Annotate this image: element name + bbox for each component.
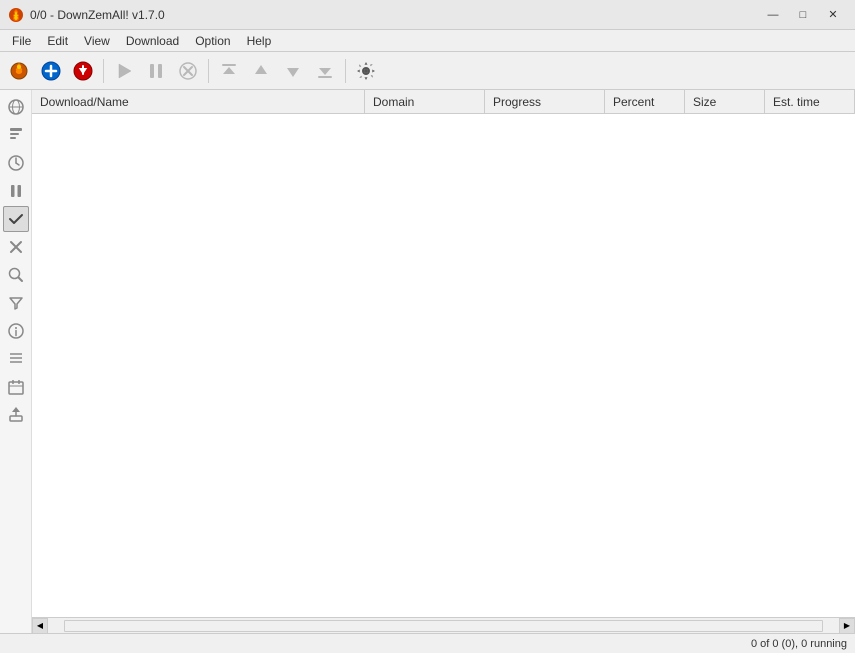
sidebar-log[interactable] [3, 346, 29, 372]
separator-2 [208, 59, 209, 83]
sidebar-search[interactable] [3, 262, 29, 288]
scroll-left-button[interactable]: ◀ [32, 618, 48, 634]
main-area: Download/Name Domain Progress Percent Si… [0, 90, 855, 633]
sidebar-downloading[interactable] [3, 122, 29, 148]
col-progress[interactable]: Progress [485, 90, 605, 113]
title-bar: 0/0 - DownZemAll! v1.7.0 — □ ✕ [0, 0, 855, 30]
sidebar-filter[interactable] [3, 290, 29, 316]
menu-edit[interactable]: Edit [39, 30, 76, 51]
menu-view[interactable]: View [76, 30, 118, 51]
menu-download[interactable]: Download [118, 30, 187, 51]
download-list[interactable] [32, 114, 855, 617]
sidebar-calendar[interactable] [3, 374, 29, 400]
sidebar-all-downloads[interactable] [3, 94, 29, 120]
app-icon [8, 7, 24, 23]
up-button[interactable] [246, 56, 276, 86]
skip-last-button[interactable] [310, 56, 340, 86]
sidebar-failed[interactable] [3, 234, 29, 260]
add-button[interactable] [36, 56, 66, 86]
scrollbar-track[interactable] [64, 620, 823, 632]
cancel-button[interactable] [173, 56, 203, 86]
sidebar-paused[interactable] [3, 178, 29, 204]
maximize-button[interactable]: □ [789, 4, 817, 26]
separator-1 [103, 59, 104, 83]
sidebar-pending[interactable] [3, 150, 29, 176]
skip-first-button[interactable] [214, 56, 244, 86]
down-button[interactable] [278, 56, 308, 86]
sidebar-completed[interactable] [3, 206, 29, 232]
pause-button[interactable] [141, 56, 171, 86]
col-size[interactable]: Size [685, 90, 765, 113]
close-button[interactable]: ✕ [819, 4, 847, 26]
status-bar: 0 of 0 (0), 0 running [0, 633, 855, 653]
col-percent[interactable]: Percent [605, 90, 685, 113]
menu-option[interactable]: Option [187, 30, 238, 51]
sidebar-info[interactable] [3, 318, 29, 344]
settings-button[interactable] [351, 56, 381, 86]
col-domain[interactable]: Domain [365, 90, 485, 113]
column-headers: Download/Name Domain Progress Percent Si… [32, 90, 855, 114]
menu-help[interactable]: Help [239, 30, 280, 51]
menu-bar: File Edit View Download Option Help [0, 30, 855, 52]
stop-add-button[interactable] [68, 56, 98, 86]
status-text: 0 of 0 (0), 0 running [751, 638, 847, 650]
window-title: 0/0 - DownZemAll! v1.7.0 [30, 8, 759, 22]
col-est-time[interactable]: Est. time [765, 90, 855, 113]
sidebar-export[interactable] [3, 402, 29, 428]
window-controls: — □ ✕ [759, 4, 847, 26]
resume-button[interactable] [109, 56, 139, 86]
download-area: Download/Name Domain Progress Percent Si… [32, 90, 855, 633]
separator-3 [345, 59, 346, 83]
col-download-name[interactable]: Download/Name [32, 90, 365, 113]
sidebar [0, 90, 32, 633]
toolbar [0, 52, 855, 90]
horizontal-scrollbar[interactable]: ◀ ▶ [32, 617, 855, 633]
scroll-right-button[interactable]: ▶ [839, 618, 855, 634]
minimize-button[interactable]: — [759, 4, 787, 26]
globe-button[interactable] [4, 56, 34, 86]
menu-file[interactable]: File [4, 30, 39, 51]
